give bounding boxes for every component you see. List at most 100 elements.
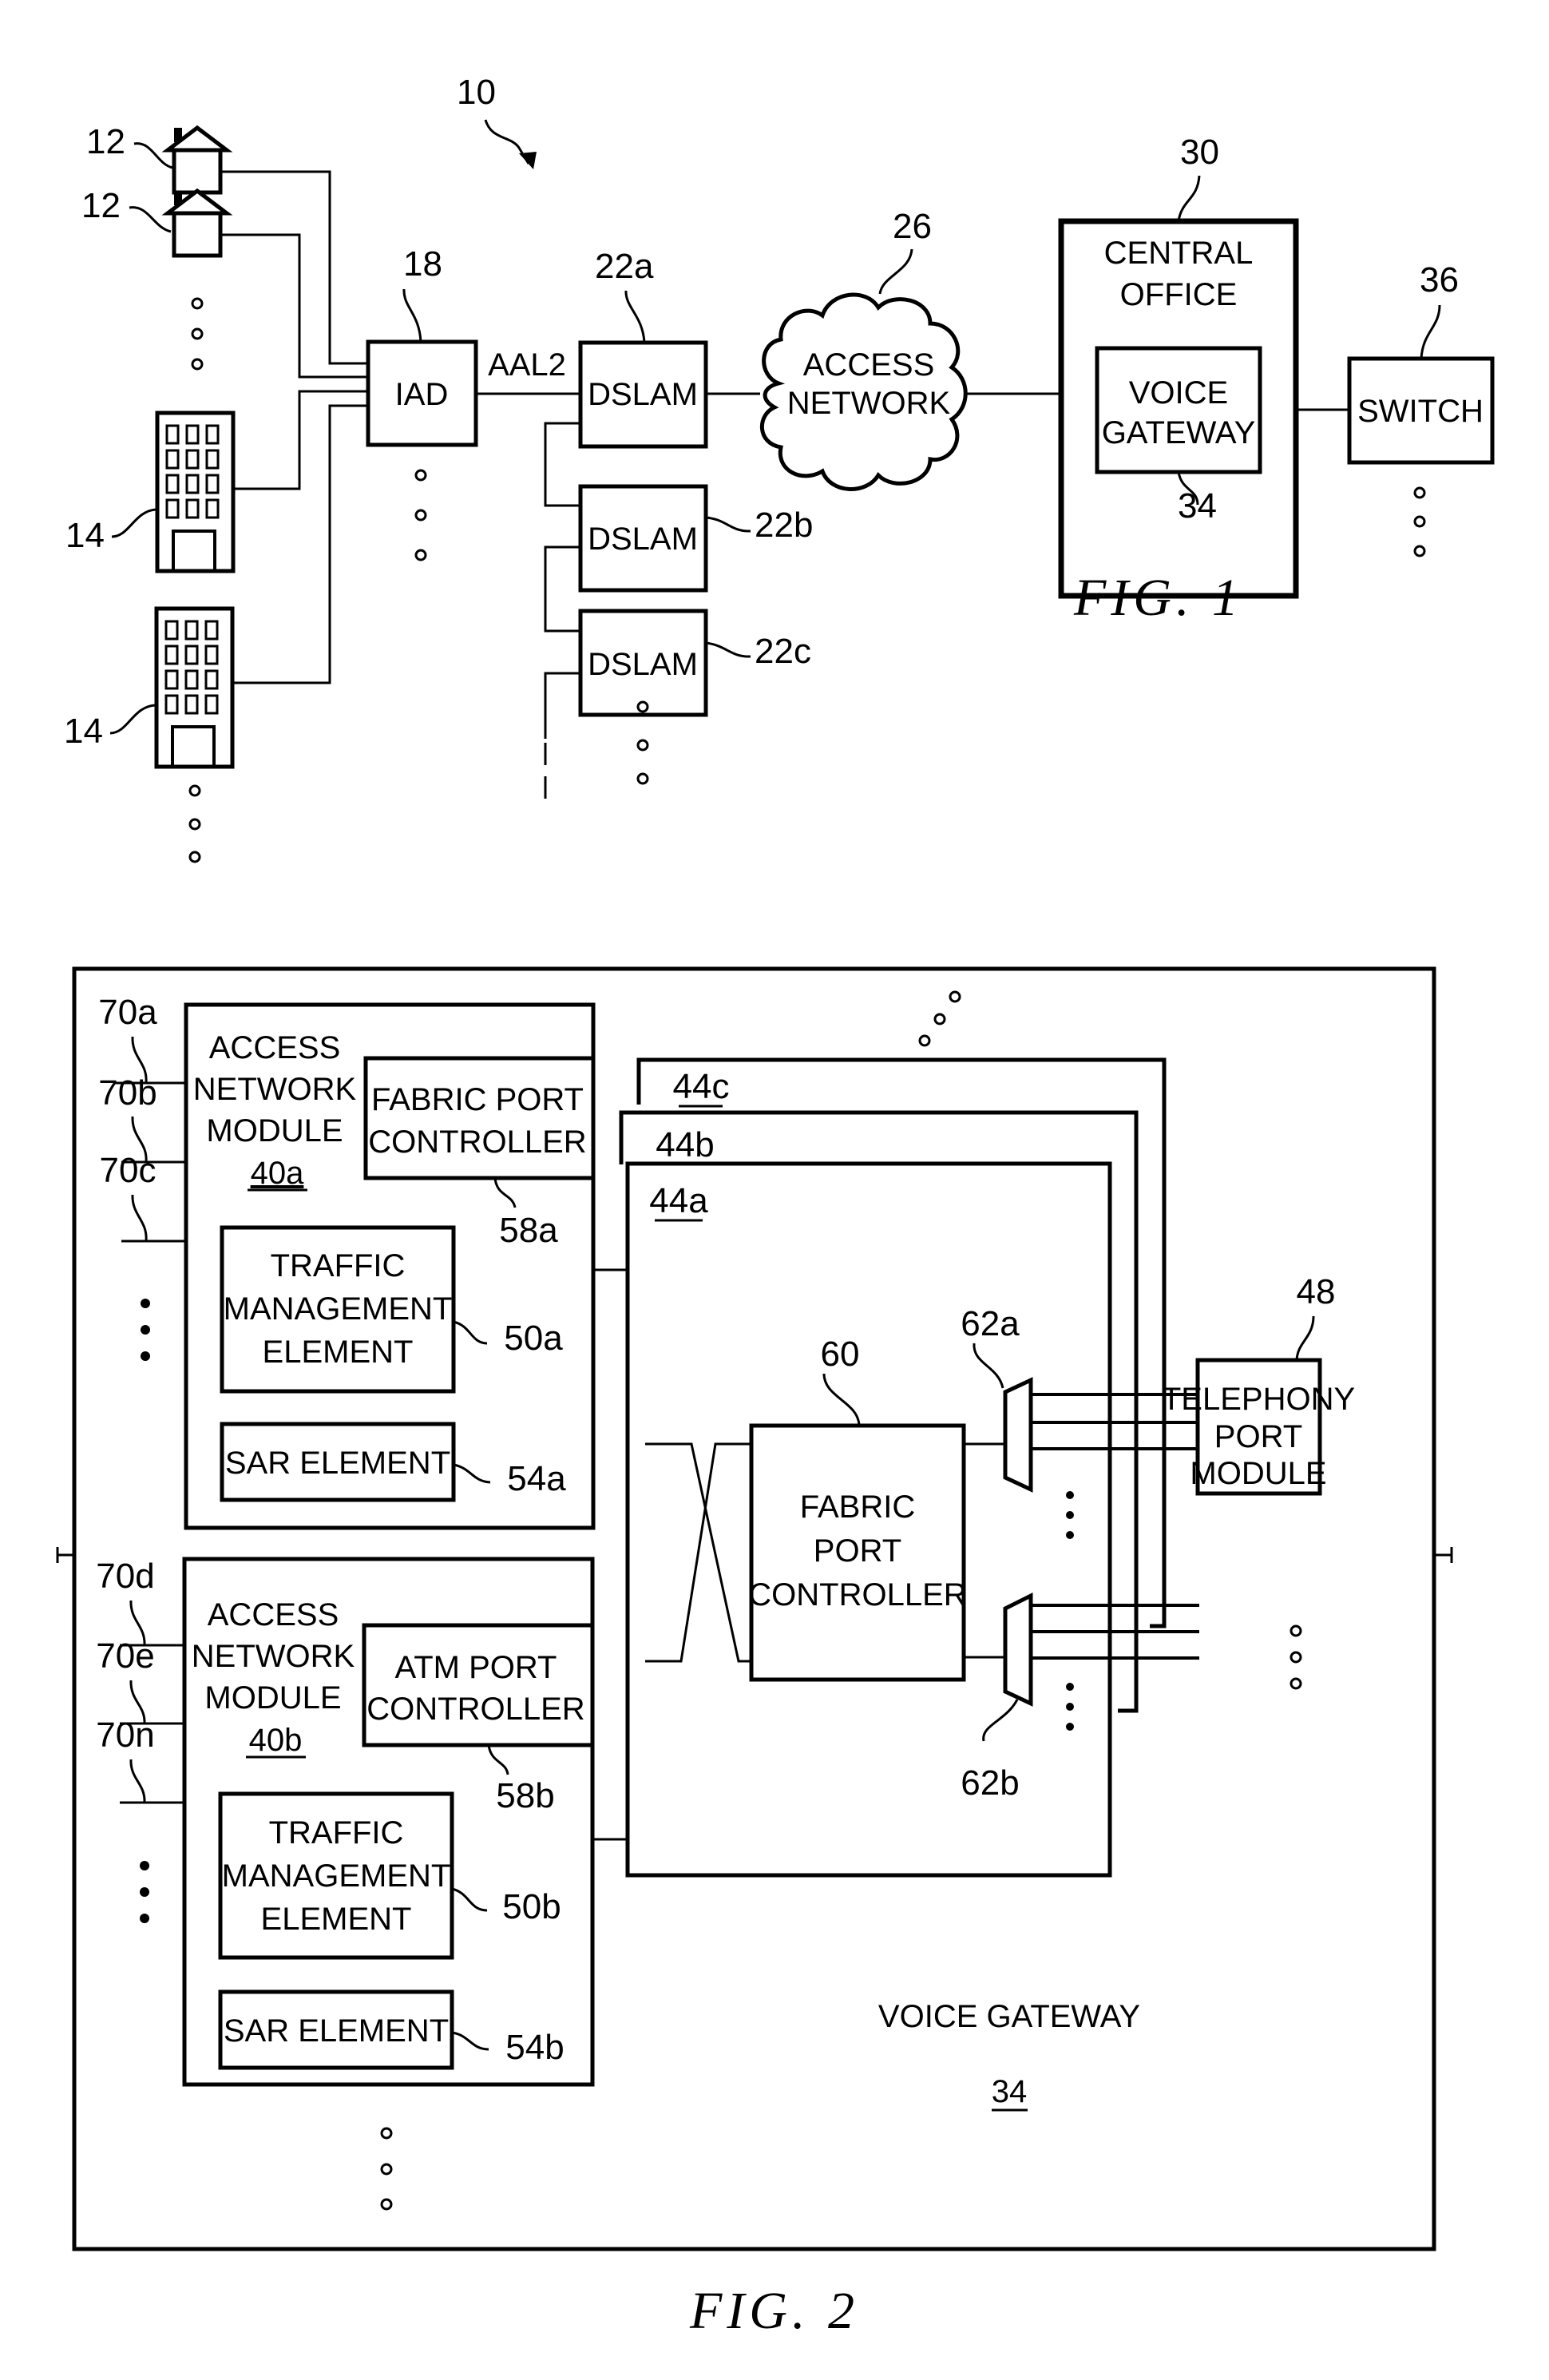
ellipsis-dot (949, 990, 961, 1003)
dslam-b-label: DSLAM (588, 522, 698, 557)
fpc-58a-line2: CONTROLLER (368, 1125, 586, 1160)
ellipsis-dot (188, 818, 201, 831)
ellipsis-dot (636, 700, 649, 713)
ellipsis-dot (140, 1861, 149, 1870)
ref-54a: 54a (507, 1459, 566, 1498)
ellipsis-dot (191, 297, 204, 310)
ref-22b: 22b (755, 506, 813, 545)
access-network-label-2: NETWORK (787, 386, 951, 421)
link-house2-iad (220, 233, 368, 379)
ellipsis-dot (414, 469, 427, 482)
tm-50a-line3: ELEMENT (263, 1335, 414, 1370)
ellipsis-dot (380, 2127, 393, 2140)
ref-22c: 22c (755, 632, 811, 671)
patent-drawing: 10 12 12 14 14 IAD 18 AAL2 DSLAM 22a DSL… (56, 73, 1495, 2340)
module-40b-line1: ACCESS (208, 1597, 339, 1632)
ref-22a: 22a (595, 247, 654, 286)
card-44a-label: 44a (649, 1181, 708, 1220)
fig-1-caption: FIG. 1 (1073, 569, 1243, 627)
ellipsis-dot (1066, 1491, 1074, 1499)
link-house1-iad (220, 170, 368, 365)
ref-10-arrow (484, 119, 530, 165)
sar-54a-label: SAR ELEMENT (225, 1446, 450, 1481)
fig-2-caption: FIG. 2 (689, 2282, 859, 2340)
mux-62b (1003, 1592, 1033, 1707)
switch-label: SWITCH (1357, 394, 1484, 429)
dslam-chain-2 (544, 545, 580, 633)
ref-70d: 70d (96, 1557, 154, 1596)
ellipsis-dot (141, 1299, 150, 1308)
tm-50a-line1: TRAFFIC (271, 1248, 406, 1283)
ref-14-top: 14 (65, 516, 105, 555)
mux-62a (1003, 1377, 1033, 1493)
aal2-label: AAL2 (488, 347, 566, 383)
ref-36-leader (1420, 304, 1441, 359)
ref-54b: 54b (505, 2028, 564, 2067)
ref-62a: 62a (961, 1304, 1020, 1343)
ellipsis-dot (414, 549, 427, 561)
ref-12-bottom-leader (129, 206, 172, 233)
ref-30: 30 (1180, 133, 1219, 172)
ref-26-leader (878, 248, 913, 295)
left-tick (56, 1547, 74, 1563)
ref-18: 18 (403, 244, 442, 284)
ref-12-top: 12 (86, 122, 125, 161)
ref-70b: 70b (98, 1073, 156, 1113)
ellipsis-dot (380, 2163, 393, 2176)
ref-60: 60 (821, 1335, 860, 1374)
ellipsis-dot (636, 739, 649, 752)
module-40a-line3: MODULE (206, 1113, 343, 1148)
module-40a-line2: NETWORK (193, 1072, 357, 1107)
fpc-60-line2: PORT (814, 1533, 901, 1569)
tpm-line2: PORT (1214, 1419, 1302, 1454)
ellipsis-dot (1413, 486, 1426, 499)
ellipsis-dot (140, 1914, 149, 1923)
house-icon (161, 188, 233, 258)
ellipsis-dot (1290, 1624, 1302, 1637)
ref-26: 26 (893, 207, 932, 246)
module-40a-ref: 40a (251, 1156, 304, 1191)
building-icon (154, 606, 235, 769)
ref-70n: 70n (96, 1716, 154, 1755)
ref-48: 48 (1297, 1272, 1336, 1311)
ref-18-leader (402, 288, 422, 343)
central-office-label-2: OFFICE (1120, 277, 1238, 312)
iad-label: IAD (395, 377, 449, 412)
tpm-line1: TELEPHONY (1162, 1382, 1355, 1417)
module-40b-ref: 40b (249, 1723, 303, 1758)
house-icon (161, 125, 233, 195)
ref-34: 34 (1178, 486, 1217, 526)
tm-50a-line2: MANAGEMENT (224, 1291, 453, 1327)
ref-58a: 58a (499, 1211, 558, 1250)
ellipsis-dot (636, 772, 649, 785)
ref-70e: 70e (96, 1636, 154, 1676)
atm-port-controller-58b (362, 1623, 595, 1747)
ellipsis-dot (188, 851, 201, 863)
dslam-chain-1 (544, 422, 580, 507)
ref-22a-leader (624, 290, 646, 343)
dslam-chain-3 (544, 672, 580, 739)
fpc-58a-line1: FABRIC PORT (371, 1082, 584, 1117)
ref-22b-leader (705, 516, 751, 533)
ellipsis-dot (1290, 1651, 1302, 1664)
module-40a-line1: ACCESS (209, 1030, 341, 1065)
ellipsis-dot (918, 1034, 931, 1047)
ellipsis-dot (141, 1325, 150, 1335)
ref-58b: 58b (496, 1776, 554, 1815)
ref-14-bottom: 14 (64, 712, 103, 751)
fpc-60-line3: CONTROLLER (748, 1577, 966, 1612)
ellipsis-dot (1066, 1703, 1074, 1711)
ellipsis-dot (933, 1013, 946, 1025)
ellipsis-dot (140, 1887, 149, 1897)
apc-58b-line2: CONTROLLER (366, 1692, 584, 1727)
access-network-label-1: ACCESS (803, 347, 935, 383)
ref-62b: 62b (961, 1763, 1019, 1803)
sar-54b-label: SAR ELEMENT (224, 2013, 449, 2049)
ref-14-top-leader (111, 508, 156, 538)
ellipsis-dot (188, 784, 201, 797)
ellipsis-dot (191, 358, 204, 371)
voice-gateway-ref: 34 (992, 2074, 1028, 2109)
card-44b-label: 44b (656, 1125, 714, 1164)
right-tick (1434, 1547, 1453, 1563)
ellipsis-dot (1066, 1511, 1074, 1519)
